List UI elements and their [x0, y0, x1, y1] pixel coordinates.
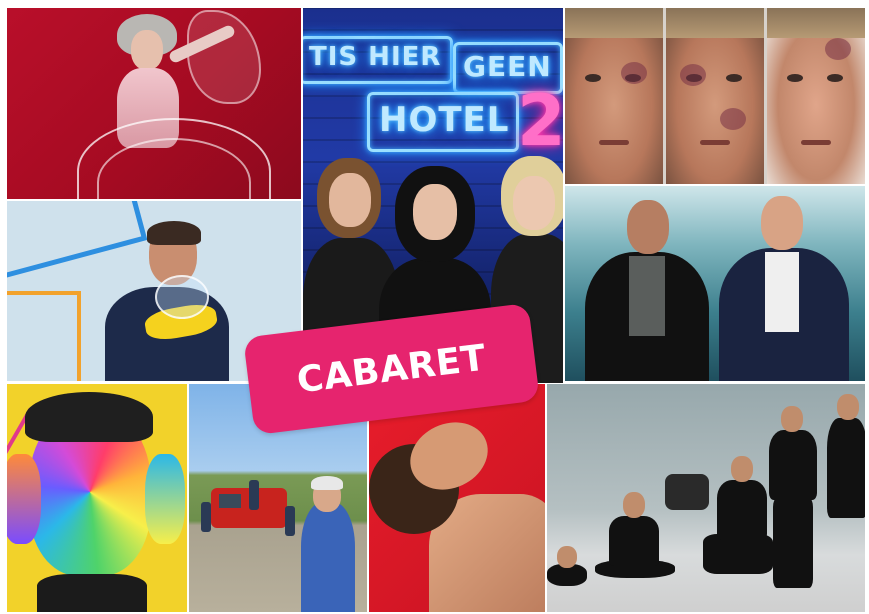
woman-head [557, 546, 577, 568]
photo-tile-rainbow-face [7, 384, 187, 612]
woman-edge [827, 418, 865, 518]
person-figure [201, 502, 211, 532]
photo-tile-five-women [547, 384, 865, 612]
photo-tile-shirtless-man [369, 384, 545, 612]
orange-outline-shape [7, 291, 81, 381]
woman-head [781, 406, 803, 432]
bruised-face-2 [666, 8, 764, 184]
mouth [599, 140, 629, 145]
man-blue-shirt [301, 502, 355, 612]
bruised-face-1 [565, 8, 663, 184]
photo-tile-bruised-faces [565, 8, 865, 184]
man-hair [147, 221, 201, 245]
eye [827, 74, 843, 82]
rainbow-face-hair [25, 392, 153, 442]
bruised-face-3 [767, 8, 865, 184]
performer-head [131, 30, 163, 70]
woman-head [731, 456, 753, 482]
poster-collage: TIS HIER GEEN HOTEL 2 [7, 8, 865, 612]
neon-text-line2: GEEN [463, 50, 552, 83]
photo-tile-two-men-sea [565, 186, 865, 381]
mouth [700, 140, 730, 145]
woman-squatting-legs [703, 534, 773, 574]
woman-meditating [609, 516, 659, 566]
bruise [621, 62, 647, 84]
man-left-shirt [629, 256, 665, 336]
bruise [825, 38, 851, 60]
sheer-wing-shape [187, 10, 261, 104]
neon-text-line1: TIS HIER [309, 42, 442, 72]
face-hair [565, 8, 663, 38]
woman-squatting [717, 480, 767, 540]
woman-head [623, 492, 645, 518]
woman-head [837, 394, 859, 420]
eye [585, 74, 601, 82]
person-figure [285, 506, 295, 536]
laundry-basket [665, 474, 709, 510]
eye [787, 74, 803, 82]
mouth [801, 140, 831, 145]
man-white-hair [311, 476, 343, 490]
painted-hand-left [7, 454, 41, 544]
photo-tile-corset-performer [7, 8, 301, 199]
face-hair [666, 8, 764, 38]
bruise [680, 64, 706, 86]
neon-text-line3: HOTEL [379, 100, 510, 140]
man-right-head [761, 196, 803, 250]
cabaret-label: CABARET [294, 337, 489, 401]
blue-outline-shape [7, 201, 148, 279]
woman-right-face [513, 176, 555, 230]
woman-standing-legs [773, 498, 813, 588]
face-hair [767, 8, 865, 38]
van-window [219, 494, 241, 508]
soap-bubble [155, 275, 209, 319]
neon-number: 2 [517, 80, 563, 162]
eye [726, 74, 742, 82]
bruise [720, 108, 746, 130]
painted-hand-right [145, 454, 185, 544]
man-left-head [627, 200, 669, 254]
person-figure [249, 480, 259, 510]
black-shirt [37, 574, 147, 612]
woman-center-face [413, 184, 457, 240]
woman-standing [769, 430, 817, 500]
man-right-shirt [765, 252, 799, 332]
woman-left-face [329, 173, 371, 227]
